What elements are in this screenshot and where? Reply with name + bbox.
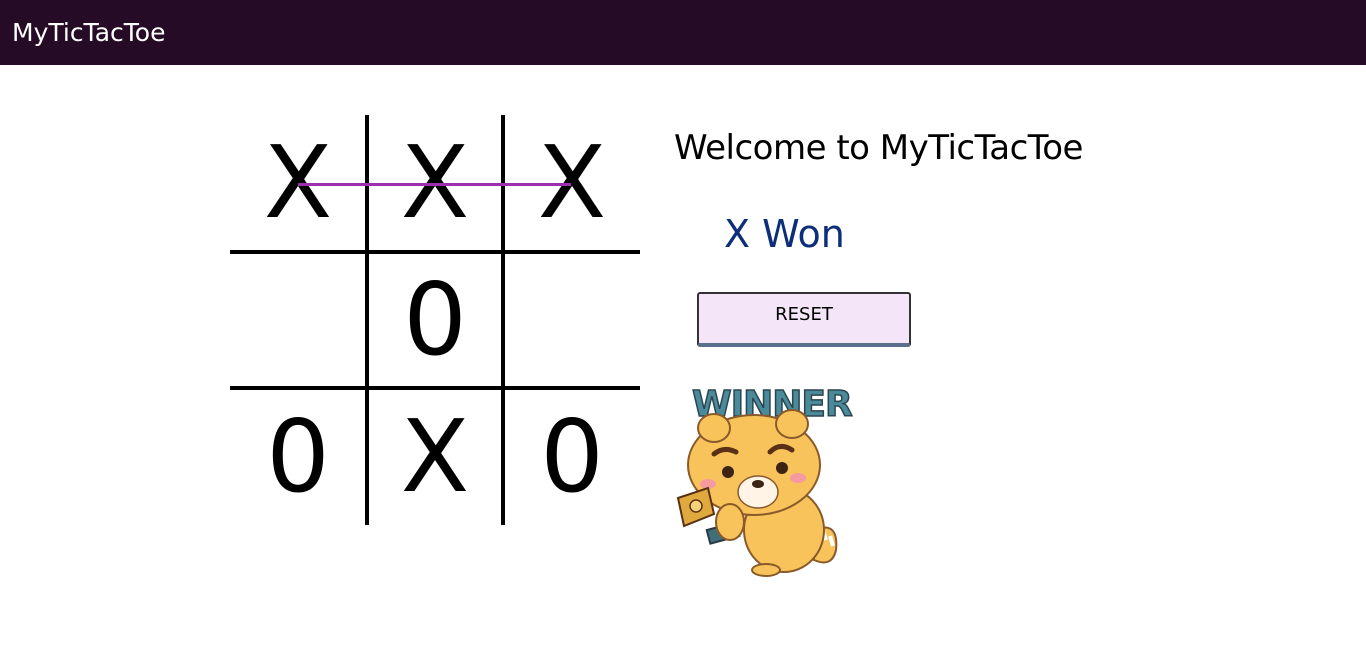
grid-line-vertical <box>365 115 369 525</box>
game-status: X Won <box>724 212 845 256</box>
board-cell[interactable]: 0 <box>504 389 640 525</box>
board-cell[interactable] <box>230 252 366 388</box>
board-cell[interactable]: 0 <box>367 252 503 388</box>
game-board: X X X 0 0 X 0 <box>230 115 640 525</box>
app-bar: MyTicTacToe <box>0 0 1366 65</box>
welcome-heading: Welcome to MyTicTacToe <box>674 128 1083 168</box>
winner-illustration: WINNER <box>676 383 854 577</box>
grid-line-horizontal <box>230 386 640 390</box>
grid-line-vertical <box>501 115 505 525</box>
board-cell[interactable] <box>504 252 640 388</box>
board-cell[interactable]: 0 <box>230 389 366 525</box>
reset-button[interactable]: RESET <box>697 292 911 347</box>
app-title: MyTicTacToe <box>12 18 166 47</box>
board-cell[interactable]: X <box>367 389 503 525</box>
winning-line <box>298 183 571 186</box>
grid-line-horizontal <box>230 250 640 254</box>
